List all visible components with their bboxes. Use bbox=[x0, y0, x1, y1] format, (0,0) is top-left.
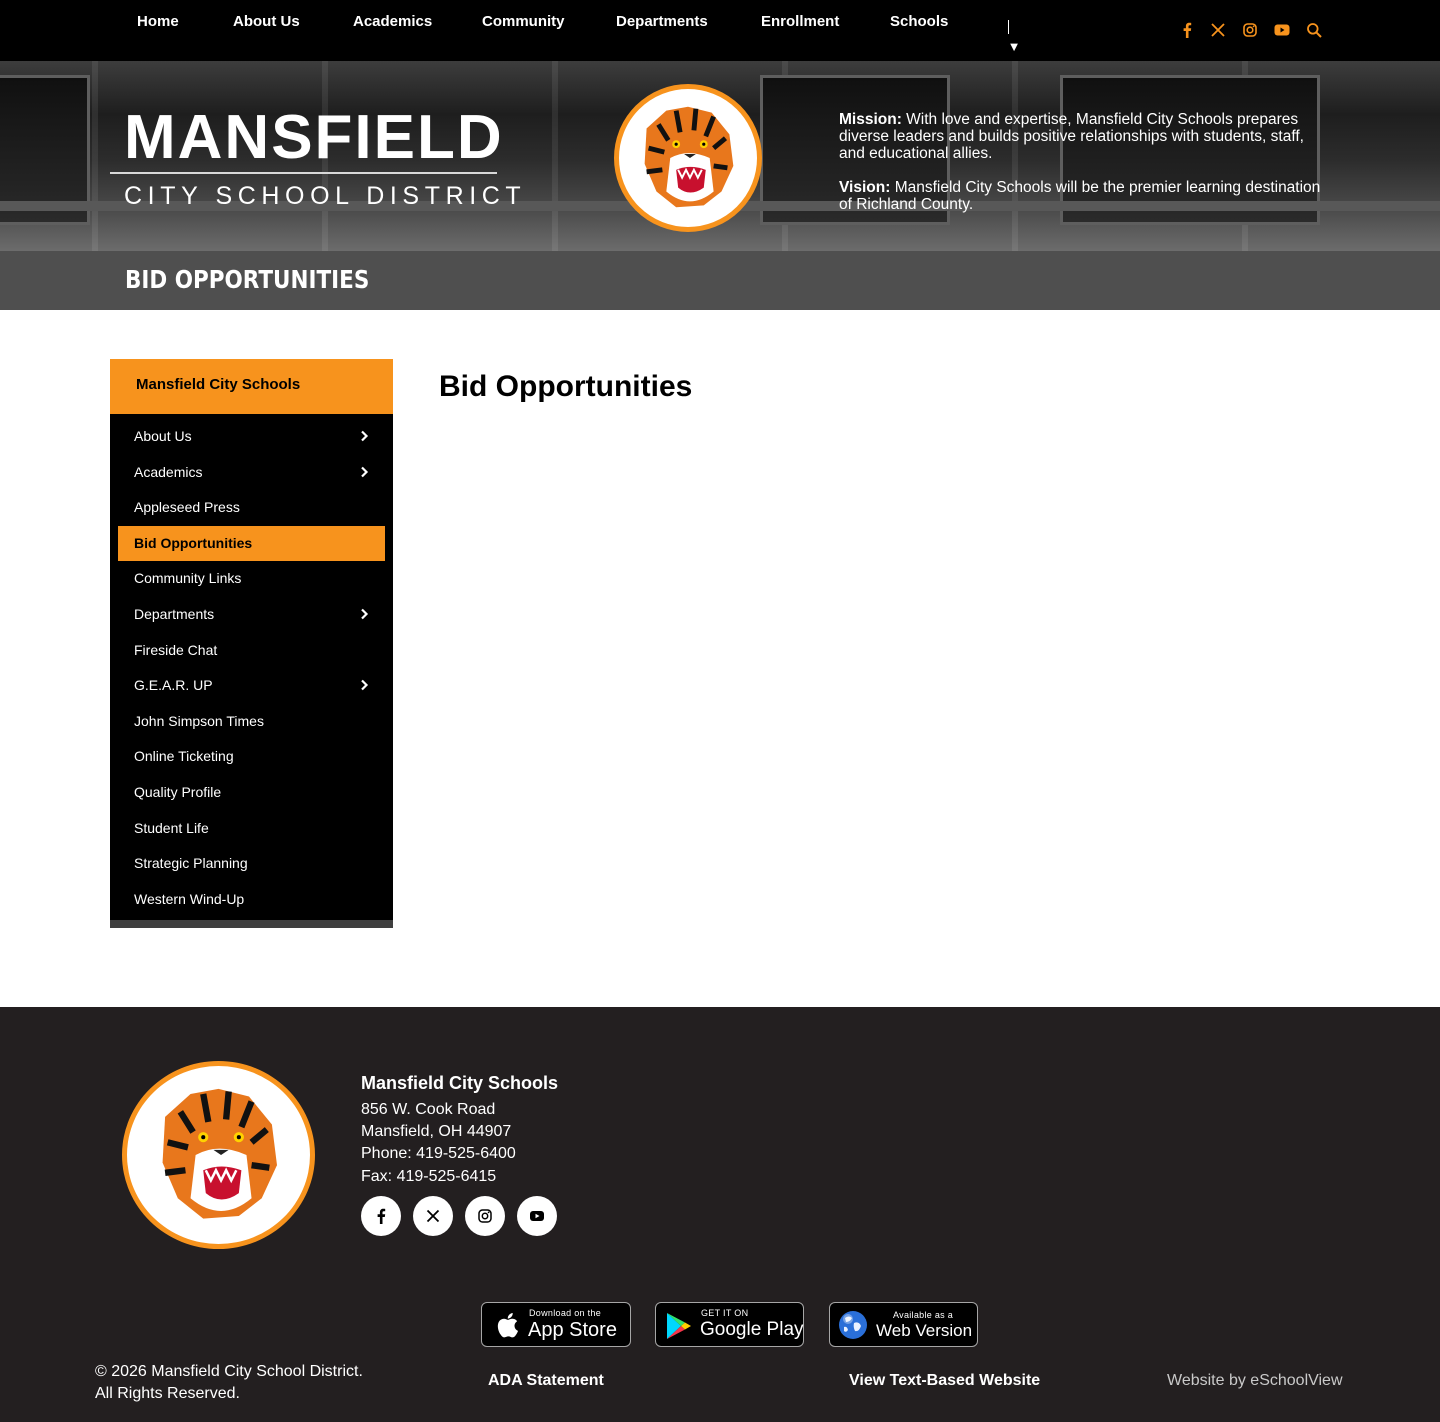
sidebar-item-label: Online Ticketing bbox=[134, 748, 234, 765]
footer-youtube-icon[interactable] bbox=[517, 1196, 557, 1236]
footer-address-line1: 856 W. Cook Road bbox=[361, 1101, 496, 1118]
search-icon[interactable] bbox=[1304, 20, 1324, 40]
sidebar-item-label: John Simpson Times bbox=[134, 712, 264, 729]
google-play-small-text: GET IT ON bbox=[701, 1308, 749, 1318]
ada-statement-link[interactable]: ADA Statement bbox=[488, 1372, 604, 1390]
sidebar-item[interactable]: Academics bbox=[118, 455, 385, 491]
sidebar-item-label: Quality Profile bbox=[134, 783, 222, 800]
facebook-icon[interactable] bbox=[1177, 20, 1197, 40]
sidebar-navigation: Mansfield City Schools About Us Academics… bbox=[110, 359, 393, 928]
instagram-icon[interactable] bbox=[1240, 20, 1260, 40]
chevron-right-icon[interactable] bbox=[357, 607, 371, 621]
sidebar-item-label: About Us bbox=[134, 428, 192, 444]
nav-departments[interactable]: Departments bbox=[616, 13, 708, 30]
sidebar-item-label: Bid Opportunities bbox=[134, 534, 253, 551]
mission-statement: Mission: With love and expertise, Mansfi… bbox=[839, 111, 1329, 162]
sidebar-item[interactable]: Quality Profile bbox=[118, 775, 385, 811]
title-divider bbox=[110, 172, 497, 174]
apple-icon bbox=[497, 1313, 518, 1338]
sidebar-list: About Us Academics Appleseed Press Bid Oppo… bbox=[110, 414, 393, 917]
footer-tiger-logo bbox=[122, 1061, 315, 1249]
sidebar-item[interactable]: About Us bbox=[118, 419, 385, 455]
sidebar-item[interactable]: John Simpson Times bbox=[118, 704, 385, 740]
vision-text: Mansfield City Schools will be the premi… bbox=[839, 179, 1321, 213]
app-store-badge[interactable]: Download on the App Store bbox=[481, 1302, 631, 1347]
footer-org-name: Mansfield City Schools bbox=[361, 1073, 559, 1093]
mission-label: Mission: bbox=[839, 111, 902, 128]
footer-phone[interactable]: Phone: 419-525-6400 bbox=[361, 1145, 516, 1163]
mission-text: With love and expertise, Mansfield City … bbox=[839, 111, 1304, 162]
nav-divider bbox=[1008, 20, 1009, 34]
tiger-mascot-icon bbox=[162, 1088, 277, 1219]
text-based-website-link[interactable]: View Text-Based Website bbox=[849, 1372, 1040, 1390]
footer-facebook-icon[interactable] bbox=[361, 1196, 401, 1236]
sidebar-item[interactable]: Western Wind-Up bbox=[118, 882, 385, 918]
sidebar-item[interactable]: Appleseed Press bbox=[118, 490, 385, 526]
nav-schools[interactable]: Schools bbox=[890, 13, 948, 30]
footer-instagram-icon[interactable] bbox=[465, 1196, 505, 1236]
copyright-line1: © 2026 Mansfield City School District. bbox=[95, 1363, 363, 1380]
sidebar-item[interactable]: Online Ticketing bbox=[118, 739, 385, 775]
sidebar-item-label: Academics bbox=[134, 463, 203, 480]
app-store-small-text: Download on the bbox=[529, 1308, 602, 1318]
sidebar-item[interactable]: Departments bbox=[118, 597, 385, 633]
footer-x-icon[interactable] bbox=[413, 1196, 453, 1236]
tiger-mascot-icon bbox=[644, 106, 734, 208]
copyright-line2: All Rights Reserved. bbox=[95, 1385, 240, 1402]
sidebar-item-label: Strategic Planning bbox=[134, 855, 248, 872]
nav-academics[interactable]: Academics bbox=[353, 13, 432, 30]
globe-icon bbox=[839, 1311, 867, 1339]
web-version-big-text: Web Version bbox=[876, 1321, 973, 1340]
chevron-right-icon[interactable] bbox=[357, 678, 371, 692]
sidebar-item[interactable]: Bid Opportunities bbox=[118, 525, 385, 562]
sidebar-item-label: Fireside Chat bbox=[134, 641, 218, 658]
nav-community[interactable]: Community bbox=[482, 13, 565, 30]
page-title: BID OPPORTUNITIES bbox=[125, 265, 370, 294]
google-play-icon bbox=[667, 1313, 691, 1339]
vision-label: Vision: bbox=[839, 179, 891, 196]
google-play-big-text: Google Play bbox=[700, 1319, 804, 1340]
mission-vision: Mission: With love and expertise, Mansfi… bbox=[839, 111, 1329, 213]
sidebar-item-label: Appleseed Press bbox=[134, 499, 240, 516]
hero-banner: MANSFIELD CITY SCHOOL DISTRICT Mission: … bbox=[0, 61, 1440, 251]
sidebar-item-label: Community Links bbox=[134, 570, 242, 587]
copyright: © 2026 Mansfield City School District. A… bbox=[95, 1361, 363, 1405]
sidebar-item[interactable]: Strategic Planning bbox=[118, 846, 385, 882]
content-heading: Bid Opportunities bbox=[439, 370, 693, 403]
nav-more-dropdown[interactable]: ▼ bbox=[1006, 20, 1022, 54]
sidebar-item[interactable]: Fireside Chat bbox=[118, 633, 385, 669]
sidebar-item[interactable]: Student Life bbox=[118, 811, 385, 847]
vision-statement: Vision: Mansfield City Schools will be t… bbox=[839, 179, 1329, 213]
x-icon[interactable] bbox=[1208, 20, 1228, 40]
sidebar-item-label: Student Life bbox=[134, 819, 209, 836]
page-title-bar: BID OPPORTUNITIES bbox=[0, 251, 1440, 310]
nav-enrollment[interactable]: Enrollment bbox=[761, 13, 839, 30]
app-store-big-text: App Store bbox=[528, 1319, 617, 1341]
web-version-small-text: Available as a bbox=[893, 1310, 954, 1320]
sidebar-item-label: Departments bbox=[134, 605, 215, 622]
tiger-logo[interactable] bbox=[614, 84, 762, 232]
chevron-right-icon[interactable] bbox=[357, 465, 371, 479]
chevron-right-icon[interactable] bbox=[357, 429, 371, 443]
google-play-badge[interactable]: GET IT ON Google Play bbox=[655, 1302, 804, 1347]
sidebar-heading[interactable]: Mansfield City Schools bbox=[110, 359, 393, 414]
sidebar-item[interactable]: G.E.A.R. UP bbox=[118, 668, 385, 704]
footer-fax: Fax: 419-525-6415 bbox=[361, 1168, 497, 1185]
sidebar-item[interactable]: Community Links bbox=[118, 561, 385, 597]
youtube-icon[interactable] bbox=[1272, 20, 1292, 40]
sidebar-item-label: G.E.A.R. UP bbox=[134, 677, 213, 694]
footer-address-line2: Mansfield, OH 44907 bbox=[361, 1123, 512, 1140]
nav-about-us[interactable]: About Us bbox=[233, 13, 300, 30]
top-navigation: Home About Us Academics Community Depart… bbox=[0, 0, 1440, 61]
nav-home[interactable]: Home bbox=[137, 13, 179, 30]
chevron-down-icon: ▼ bbox=[1007, 39, 1021, 54]
sidebar-item-label: Western Wind-Up bbox=[134, 890, 245, 907]
site-footer: Mansfield City Schools 856 W. Cook Road … bbox=[0, 1007, 1440, 1422]
site-subtitle: CITY SCHOOL DISTRICT bbox=[124, 182, 527, 210]
site-title[interactable]: MANSFIELD bbox=[124, 103, 504, 173]
web-version-badge[interactable]: Available as a Web Version bbox=[829, 1302, 978, 1347]
site-credit-link[interactable]: Website by eSchoolView bbox=[1167, 1372, 1343, 1390]
